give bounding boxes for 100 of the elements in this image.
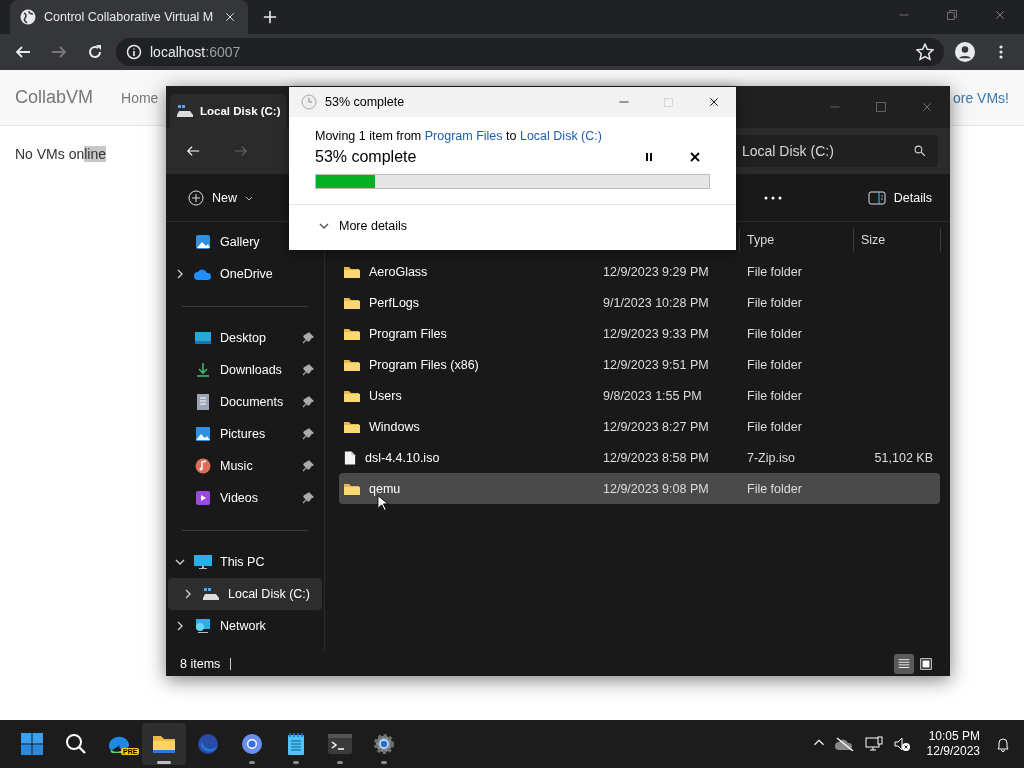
video-icon xyxy=(195,490,211,506)
folder-icon xyxy=(152,733,176,755)
file-row[interactable]: dsl-4.4.10.iso 12/9/2023 8:58 PM 7-Zip.iso 51,102 KB xyxy=(339,442,940,473)
computer-icon xyxy=(194,554,212,570)
globe-icon xyxy=(20,9,36,25)
file-name: qemu xyxy=(369,481,401,496)
address-bar[interactable]: localhost:6007 xyxy=(116,38,944,66)
search-icon xyxy=(65,733,87,755)
notepad-icon xyxy=(287,732,305,756)
file-row[interactable]: Program Files (x86) 12/9/2023 9:51 PM File folder xyxy=(339,349,940,380)
back-arrow-icon xyxy=(15,44,31,60)
column-header[interactable]: Type xyxy=(739,228,861,252)
date-cell-text: 9/1/2023 10:28 PM xyxy=(603,295,710,310)
column-header[interactable]: Size xyxy=(853,228,941,252)
close-icon xyxy=(921,101,933,113)
forward-arrow-icon xyxy=(51,44,67,60)
details-pane-icon xyxy=(867,191,886,205)
brand-name: CollabVM xyxy=(15,87,94,108)
type-cell-text: File folder xyxy=(747,357,803,372)
new-button[interactable]: New xyxy=(180,184,261,212)
more-icon xyxy=(763,196,782,200)
star-icon xyxy=(916,43,934,61)
caret-icon xyxy=(245,194,253,202)
file-name: Windows xyxy=(369,419,420,434)
chevron-right-icon xyxy=(175,621,185,631)
tab-title: Control Collaborative Virtual M xyxy=(44,10,214,24)
bell-icon xyxy=(996,736,1010,752)
taskbar-button[interactable] xyxy=(142,723,186,765)
nav-link[interactable]: Home xyxy=(121,89,159,106)
file-row[interactable]: Windows 12/9/2023 8:27 PM File folder xyxy=(339,411,940,442)
plus-circle-icon xyxy=(188,190,204,206)
music-icon xyxy=(195,458,211,474)
sidebar-item[interactable]: Local Disk (C:) xyxy=(168,578,322,610)
type-cell-text: 7-Zip.iso xyxy=(747,450,796,465)
progress-message: Moving 1 item from Program Files to Local Disk (C:) xyxy=(315,129,603,143)
close-icon xyxy=(690,152,700,162)
drive-icon xyxy=(202,587,220,601)
sidebar-item[interactable]: Pictures xyxy=(168,418,322,450)
type-cell-text: File folder xyxy=(747,388,803,403)
clock-date[interactable]: 12/9/2023 xyxy=(926,744,980,759)
date-cell-text: 12/9/2023 9:33 PM xyxy=(603,326,710,341)
pin-icon xyxy=(302,332,314,344)
sidebar-item[interactable]: Documents xyxy=(168,386,322,418)
type-cell-text: File folder xyxy=(747,326,803,341)
tile-view-icon xyxy=(919,657,933,671)
clock-icon xyxy=(301,94,317,110)
chevron-down-icon xyxy=(175,557,185,567)
sidebar-item[interactable]: Downloads xyxy=(168,354,322,386)
close-icon xyxy=(707,96,720,108)
window-tab[interactable]: Local Disk (C:) xyxy=(170,94,287,128)
sidebar-item[interactable]: Network xyxy=(168,610,322,642)
cloud-off-icon xyxy=(834,737,855,751)
file-name: PerfLogs xyxy=(369,295,420,310)
nav-link[interactable]: ore VMs! xyxy=(953,89,1009,106)
date-cell-text: 9/8/2023 1:55 PM xyxy=(603,388,703,403)
clock-time[interactable]: 10:05 PM xyxy=(928,729,980,744)
terminal-icon xyxy=(328,734,352,754)
date-cell-text: 12/9/2023 8:27 PM xyxy=(603,419,710,434)
pause-icon xyxy=(645,152,653,162)
details-view-button[interactable] xyxy=(894,654,914,674)
chevron-down-icon xyxy=(319,221,329,231)
file-icon xyxy=(343,449,357,466)
sidebar-item[interactable]: OneDrive xyxy=(168,258,322,290)
date-cell-text: 12/9/2023 9:29 PM xyxy=(603,264,710,279)
folder-link[interactable]: Program Files xyxy=(424,129,503,143)
search-icon xyxy=(914,145,926,157)
sidebar-item[interactable]: Videos xyxy=(168,482,322,514)
back-arrow-icon xyxy=(186,144,200,158)
forward-arrow-icon xyxy=(234,144,248,158)
plus-icon xyxy=(263,10,277,24)
file-row[interactable]: Users 9/8/2023 1:55 PM File folder xyxy=(339,380,940,411)
network-icon xyxy=(864,736,883,752)
sidebar-item[interactable]: Desktop xyxy=(168,322,322,354)
fox-browser-icon xyxy=(197,733,219,755)
sidebar-item[interactable]: Music xyxy=(168,450,322,482)
close-icon xyxy=(224,11,236,23)
dialog-title: 53% complete xyxy=(325,95,405,109)
file-row[interactable]: PerfLogs 9/1/2023 10:28 PM File folder xyxy=(339,287,940,318)
item-count: 8 items xyxy=(180,657,221,671)
file-name: Program Files (x86) xyxy=(369,357,479,372)
date-cell-text: 12/9/2023 8:58 PM xyxy=(603,450,710,465)
type-cell-text: File folder xyxy=(747,419,803,434)
more-details-button[interactable]: More details xyxy=(289,205,736,247)
pin-icon xyxy=(302,364,314,376)
file-name: AeroGlass xyxy=(369,264,428,279)
file-row[interactable]: qemu 12/9/2023 9:08 PM File folder xyxy=(339,473,940,504)
maximize-icon xyxy=(663,96,674,108)
file-row[interactable]: Program Files 12/9/2023 9:33 PM File folder xyxy=(339,318,940,349)
browser-tab[interactable]: Control Collaborative Virtual M xyxy=(10,0,248,34)
file-name: dsl-4.4.10.iso xyxy=(365,450,440,465)
type-cell-text: File folder xyxy=(747,295,803,310)
details-button[interactable]: Details xyxy=(859,185,940,211)
reload-icon xyxy=(87,44,103,60)
list-view-icon xyxy=(897,657,911,671)
sidebar-item[interactable]: This PC xyxy=(168,546,322,578)
pin-icon xyxy=(302,396,314,408)
folder-link[interactable]: Local Disk (C:) xyxy=(519,129,602,143)
type-cell-text: File folder xyxy=(747,264,803,279)
gear-icon xyxy=(373,733,395,755)
file-row[interactable]: AeroGlass 12/9/2023 9:29 PM File folder xyxy=(339,256,940,287)
